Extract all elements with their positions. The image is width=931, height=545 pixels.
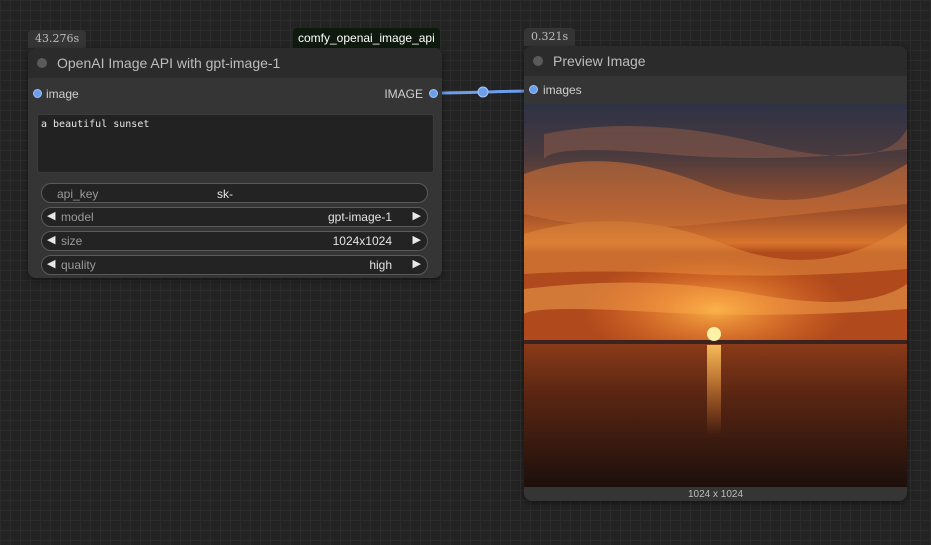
size-combo-widget[interactable]: ◀ size 1024x1024 ▶ (41, 231, 428, 251)
input-slot-images-icon[interactable] (529, 85, 538, 94)
sun-reflection (707, 345, 721, 435)
output-slot-label: IMAGE (384, 87, 423, 101)
model-combo-widget[interactable]: ◀ model gpt-image-1 ▶ (41, 207, 428, 227)
slot-row: images (524, 78, 907, 102)
widget-label: size (61, 234, 83, 248)
quality-combo-widget[interactable]: ◀ quality high ▶ (41, 255, 428, 275)
node-graph-canvas[interactable]: 43.276s comfy_openai_image_api OpenAI Im… (0, 0, 931, 545)
node-title: Preview Image (553, 53, 646, 69)
collapse-dot-icon[interactable] (533, 56, 543, 66)
link-midpoint-handle[interactable] (477, 86, 489, 98)
execution-time-badge: 0.321s (524, 28, 576, 46)
decrement-arrow-icon[interactable]: ◀ (47, 257, 55, 270)
api-key-widget[interactable]: api_key sk- (41, 183, 428, 203)
output-slot-image-icon[interactable] (429, 89, 438, 98)
node-source-tag: comfy_openai_image_api (293, 28, 440, 48)
input-slot-image-icon[interactable] (33, 89, 42, 98)
link-wire-path[interactable] (433, 89, 534, 95)
image-dimensions-label: 1024 x 1024 (687, 489, 744, 500)
prompt-text: a beautiful sunset (41, 119, 150, 130)
node-title: OpenAI Image API with gpt-image-1 (57, 55, 281, 71)
preview-image[interactable] (524, 104, 907, 487)
decrement-arrow-icon[interactable]: ◀ (47, 233, 55, 246)
increment-arrow-icon[interactable]: ▶ (413, 257, 421, 270)
prompt-textarea[interactable]: a beautiful sunset (37, 114, 434, 173)
increment-arrow-icon[interactable]: ▶ (413, 209, 421, 222)
decrement-arrow-icon[interactable]: ◀ (47, 209, 55, 222)
widget-value: high (369, 258, 392, 272)
slot-row: image IMAGE (28, 82, 442, 106)
preview-image-node[interactable]: Preview Image images 1024 x 1024 (524, 46, 907, 501)
input-slot-label: image (46, 87, 79, 101)
widget-value: sk- (217, 187, 233, 201)
widget-label: api_key (57, 187, 99, 201)
openai-image-node[interactable]: OpenAI Image API with gpt-image-1 image … (28, 48, 442, 278)
widget-label: model (61, 210, 94, 224)
collapse-dot-icon[interactable] (37, 58, 47, 68)
sunset-image (524, 104, 907, 487)
widget-label: quality (61, 258, 96, 272)
widget-value: 1024x1024 (332, 234, 392, 248)
node-header[interactable]: OpenAI Image API with gpt-image-1 (28, 48, 442, 78)
input-slot-label: images (543, 83, 582, 97)
sun (707, 327, 721, 341)
node-header[interactable]: Preview Image (524, 46, 907, 76)
increment-arrow-icon[interactable]: ▶ (413, 233, 421, 246)
execution-time-badge: 43.276s (28, 30, 87, 48)
widget-value: gpt-image-1 (327, 210, 392, 224)
